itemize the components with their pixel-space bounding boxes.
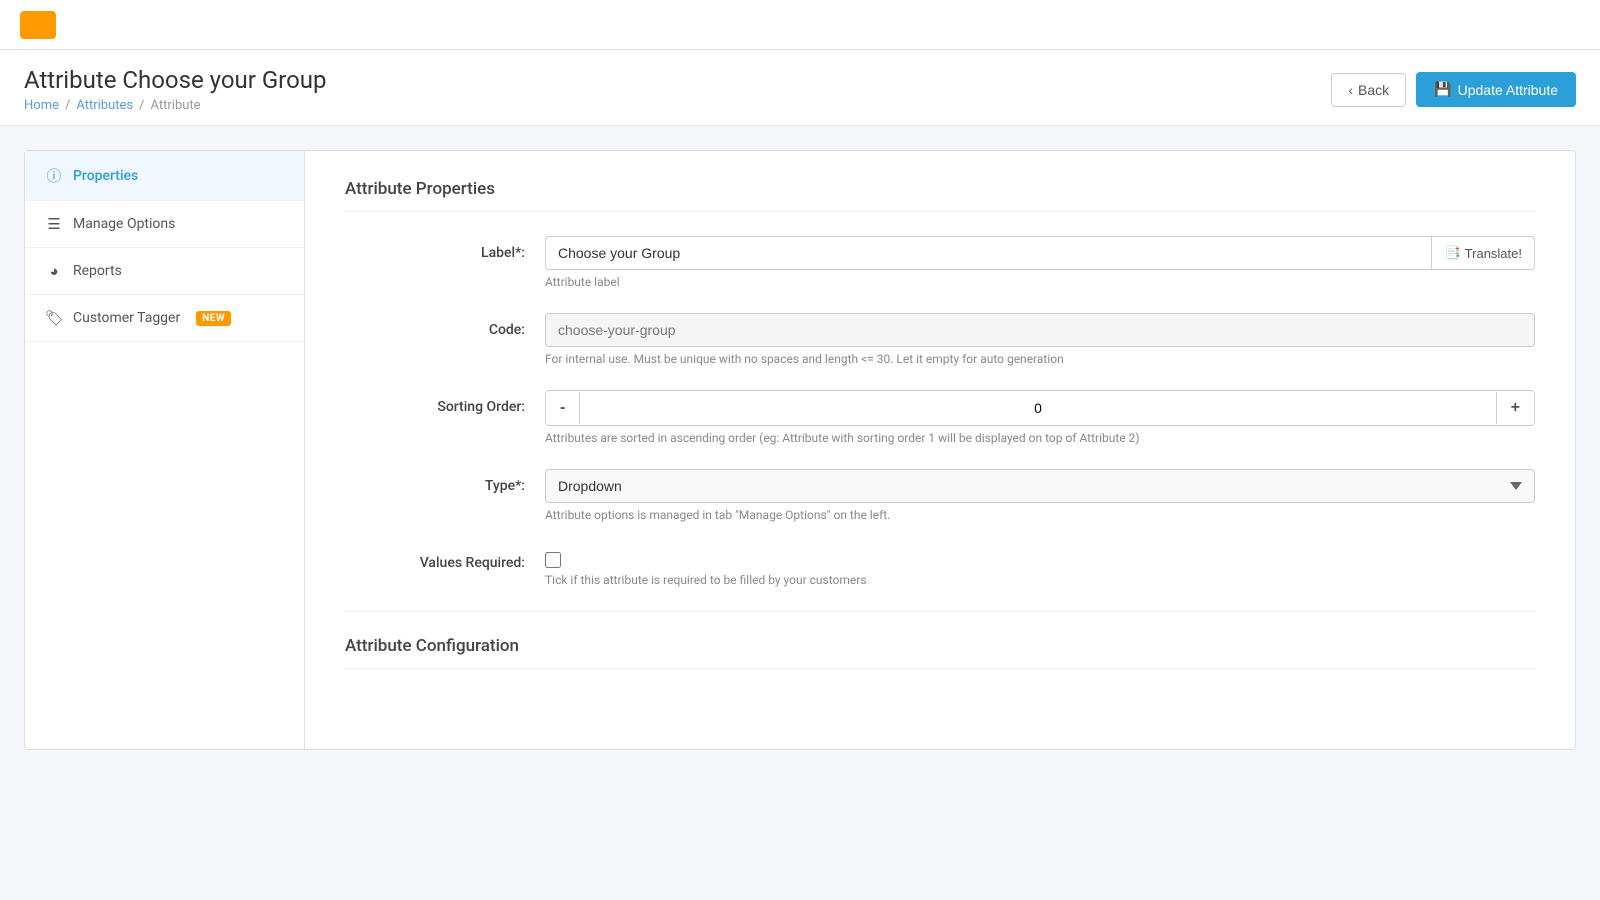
type-help: Attribute options is managed in tab "Man… [545, 508, 1535, 522]
breadcrumb-sep-2: / [139, 98, 144, 113]
values-required-checkbox[interactable] [545, 552, 561, 568]
breadcrumb-sep-1: / [65, 98, 70, 113]
code-control-wrap: For internal use. Must be unique with no… [545, 313, 1535, 366]
translate-icon: 📑 [1444, 245, 1460, 261]
code-field-label: Code: [345, 313, 545, 338]
page-header: Attribute Choose your Group Home / Attri… [0, 50, 1600, 126]
sorting-order-control-wrap: - + Attributes are sorted in ascending o… [545, 390, 1535, 445]
code-input[interactable] [545, 313, 1535, 347]
label-input-group: 📑 Translate! [545, 236, 1535, 270]
logo [20, 11, 56, 39]
values-required-row: Values Required: Tick if this attribute … [345, 546, 1535, 587]
update-icon: 💾 [1434, 81, 1451, 98]
back-button[interactable]: ‹ Back [1331, 73, 1406, 107]
type-field-label: Type*: [345, 469, 545, 494]
reports-icon: ◕ [45, 262, 63, 280]
label-row: Label*: 📑 Translate! Attribute label [345, 236, 1535, 289]
label-help: Attribute label [545, 275, 1535, 289]
breadcrumb-attributes[interactable]: Attributes [76, 98, 133, 113]
content-card: ⓘ Properties ☰ Manage Options ◕ Reports … [24, 150, 1576, 750]
page-title: Attribute Choose your Group [24, 66, 326, 94]
back-button-label: Back [1358, 82, 1389, 98]
sidebar-item-properties[interactable]: ⓘ Properties [25, 151, 304, 201]
sidebar-properties-label: Properties [73, 168, 138, 184]
translate-button[interactable]: 📑 Translate! [1432, 236, 1535, 270]
sorting-order-row: Sorting Order: - + Attributes are sorted… [345, 390, 1535, 445]
sidebar-customer-tagger-label: Customer Tagger [73, 310, 180, 326]
config-section-title: Attribute Configuration [345, 636, 1535, 669]
new-badge: NEW [196, 311, 231, 326]
sorting-order-help: Attributes are sorted in ascending order… [545, 431, 1535, 445]
sidebar-item-reports[interactable]: ◕ Reports [25, 248, 304, 295]
list-icon: ☰ [45, 215, 63, 233]
values-required-help: Tick if this attribute is required to be… [545, 573, 1535, 587]
sidebar-reports-label: Reports [73, 263, 122, 279]
label-control-wrap: 📑 Translate! Attribute label [545, 236, 1535, 289]
sidebar-item-customer-tagger[interactable]: 🏷 Customer Tagger NEW [25, 295, 304, 342]
sidebar-manage-options-label: Manage Options [73, 216, 175, 232]
type-control-wrap: Dropdown Text Text Area Date Boolean Att… [545, 469, 1535, 522]
breadcrumb-home[interactable]: Home [24, 98, 59, 113]
page-header-left: Attribute Choose your Group Home / Attri… [24, 66, 326, 113]
code-help: For internal use. Must be unique with no… [545, 352, 1535, 366]
info-icon: ⓘ [45, 165, 63, 186]
sort-minus-button[interactable]: - [546, 391, 579, 425]
update-attribute-button[interactable]: 💾 Update Attribute [1416, 72, 1576, 107]
values-required-label: Values Required: [345, 546, 545, 571]
section-divider [345, 611, 1535, 612]
type-row: Type*: Dropdown Text Text Area Date Bool… [345, 469, 1535, 522]
checkbox-wrap [545, 546, 1535, 568]
sorting-order-input[interactable] [579, 392, 1496, 424]
translate-button-label: Translate! [1465, 246, 1522, 261]
breadcrumb-attribute: Attribute [151, 98, 201, 113]
breadcrumb: Home / Attributes / Attribute [24, 98, 326, 113]
back-chevron-icon: ‹ [1348, 82, 1353, 98]
sidebar-nav: ⓘ Properties ☰ Manage Options ◕ Reports … [25, 151, 305, 749]
code-row: Code: For internal use. Must be unique w… [345, 313, 1535, 366]
topbar [0, 0, 1600, 50]
type-select[interactable]: Dropdown Text Text Area Date Boolean [545, 469, 1535, 503]
form-section-title: Attribute Properties [345, 179, 1535, 212]
label-input[interactable] [545, 236, 1432, 270]
form-area: Attribute Properties Label*: 📑 Translate… [305, 151, 1575, 749]
sorting-group: - + [545, 390, 1535, 426]
update-button-label: Update Attribute [1458, 82, 1558, 98]
header-actions: ‹ Back 💾 Update Attribute [1331, 72, 1576, 107]
tag-icon: 🏷 [45, 309, 63, 327]
sidebar-item-manage-options[interactable]: ☰ Manage Options [25, 201, 304, 248]
sorting-order-label: Sorting Order: [345, 390, 545, 415]
values-required-control-wrap: Tick if this attribute is required to be… [545, 546, 1535, 587]
sort-plus-button[interactable]: + [1497, 391, 1534, 425]
label-field-label: Label*: [345, 236, 545, 261]
main-content: ⓘ Properties ☰ Manage Options ◕ Reports … [0, 126, 1600, 774]
